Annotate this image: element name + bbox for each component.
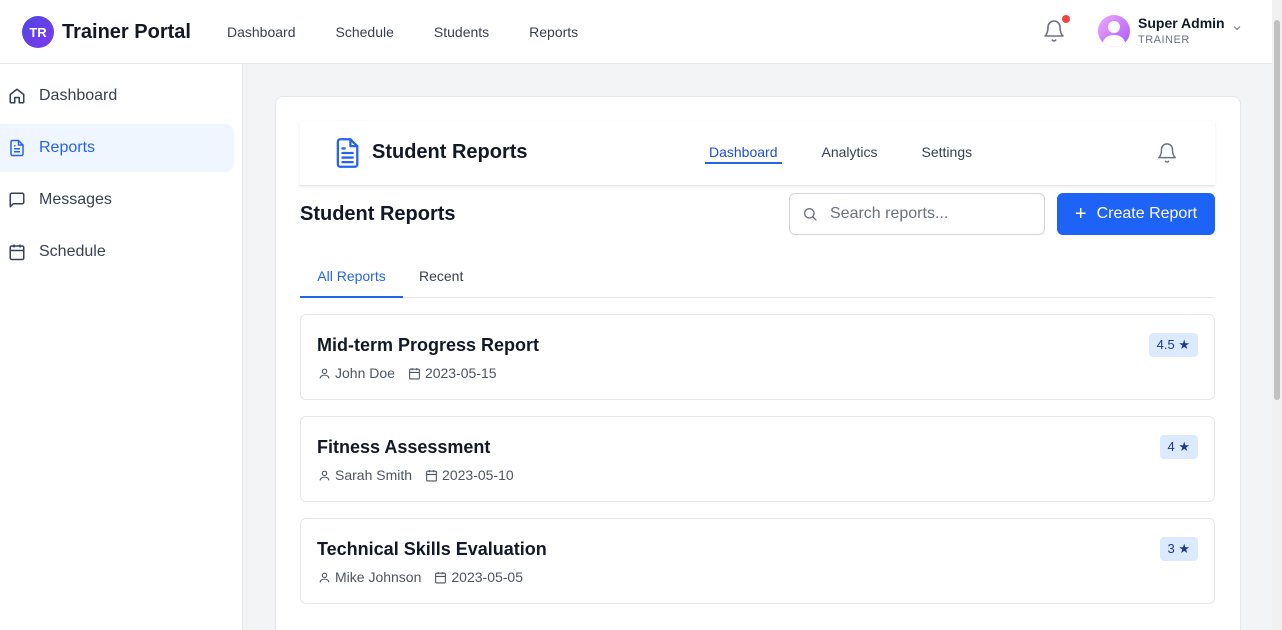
report-card[interactable]: Fitness Assessment Sarah Smith 2023-05-1…: [300, 416, 1215, 502]
bell-icon[interactable]: [1156, 141, 1178, 165]
user-icon: [318, 469, 331, 482]
report-date: 2023-05-10: [442, 467, 514, 483]
sidebar-item-messages[interactable]: Messages: [0, 176, 234, 224]
app-title: Trainer Portal: [62, 20, 191, 43]
report-title: Fitness Assessment: [317, 437, 491, 457]
brand-badge: TR: [22, 16, 54, 48]
page-title: Student Reports: [300, 203, 456, 225]
report-date: 2023-05-15: [424, 365, 497, 381]
report-title: Technical Skills Evaluation: [317, 539, 547, 559]
topnav-schedule[interactable]: Schedule: [336, 24, 394, 40]
topnav-dashboard[interactable]: Dashboard: [227, 24, 296, 40]
sidebar-item-dashboard[interactable]: Dashboard: [0, 72, 234, 120]
calendar-icon: [8, 243, 26, 261]
sidebar-item-schedule[interactable]: Schedule: [0, 228, 234, 276]
create-report-button[interactable]: + Create Report: [1057, 193, 1215, 235]
tab-all-reports[interactable]: All Reports: [300, 268, 403, 298]
search-box[interactable]: [789, 193, 1045, 235]
message-icon: [8, 191, 26, 209]
report-tabs: All Reports Recent: [300, 260, 1215, 298]
sidebar-item-label: Schedule: [39, 243, 106, 260]
scrollbar-thumb[interactable]: [1274, 20, 1280, 400]
user-menu[interactable]: Super Admin TRAINER: [1098, 14, 1243, 48]
document-icon: [336, 138, 359, 168]
user-name: Super Admin: [1138, 15, 1225, 31]
tab-recent[interactable]: Recent: [419, 268, 463, 298]
report-meta: Sarah Smith 2023-05-10: [318, 467, 514, 483]
tab-dashboard[interactable]: Dashboard: [705, 144, 782, 164]
user-role: TRAINER: [1138, 34, 1190, 46]
notification-bell-icon[interactable]: [1042, 19, 1066, 43]
rating-badge: 4 ★: [1159, 435, 1198, 459]
search-input[interactable]: [830, 205, 1030, 223]
document-icon: [8, 139, 26, 157]
tab-analytics[interactable]: Analytics: [818, 144, 882, 164]
topnav-students[interactable]: Students: [434, 24, 489, 40]
rating-badge: 4.5 ★: [1148, 333, 1198, 357]
avatar: [1098, 15, 1130, 47]
report-card[interactable]: Mid-term Progress Report John Doe 2023-0…: [300, 314, 1215, 400]
sidebar: Dashboard Reports Messages Schedule: [0, 64, 243, 630]
topnav-reports[interactable]: Reports: [529, 24, 578, 40]
plus-icon: +: [1074, 203, 1087, 225]
reports-header-nav: Dashboard Analytics Settings: [705, 144, 1012, 164]
report-meta: Mike Johnson 2023-05-05: [318, 569, 523, 585]
user-icon: [318, 367, 331, 380]
user-icon: [318, 571, 331, 584]
tab-settings[interactable]: Settings: [918, 144, 977, 164]
report-student: Mike Johnson: [335, 569, 422, 585]
reports-header: Student Reports Dashboard Analytics Sett…: [300, 121, 1215, 186]
report-card[interactable]: Technical Skills Evaluation Mike Johnson…: [300, 518, 1215, 604]
report-date: 2023-05-05: [451, 569, 524, 585]
sidebar-item-label: Messages: [39, 191, 112, 208]
top-navbar: TR Trainer Portal Dashboard Schedule Stu…: [0, 0, 1272, 64]
sidebar-item-reports[interactable]: Reports: [0, 124, 234, 172]
calendar-icon: [434, 571, 447, 584]
report-student: John Doe: [335, 365, 395, 381]
home-icon: [8, 87, 26, 105]
chevron-down-icon: [1233, 26, 1240, 31]
scrollbar[interactable]: [1272, 0, 1282, 630]
notification-dot: [1062, 15, 1070, 23]
report-title: Mid-term Progress Report: [317, 335, 540, 355]
brand[interactable]: TR Trainer Portal: [22, 16, 191, 48]
reports-header-title: Student Reports: [372, 141, 528, 163]
calendar-icon: [408, 367, 421, 380]
report-meta: John Doe 2023-05-15: [318, 365, 497, 381]
calendar-icon: [425, 469, 438, 482]
sidebar-item-label: Reports: [39, 139, 96, 156]
top-nav: Dashboard Schedule Students Reports: [227, 0, 618, 64]
search-icon: [804, 208, 817, 221]
create-report-label: Create Report: [1096, 205, 1198, 222]
rating-badge: 3 ★: [1159, 537, 1198, 561]
sidebar-item-label: Dashboard: [39, 87, 118, 104]
report-student: Sarah Smith: [335, 467, 413, 483]
